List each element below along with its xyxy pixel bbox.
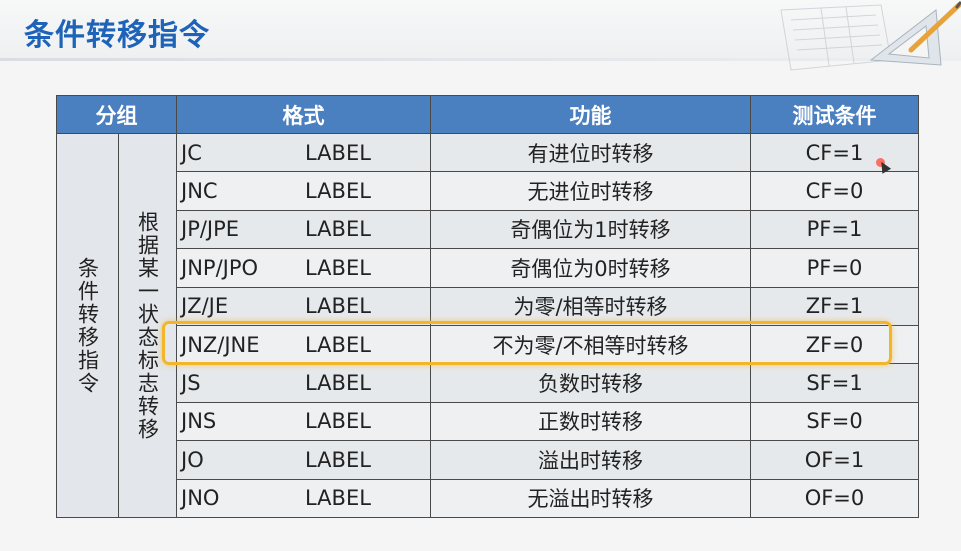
function-cell: 无溢出时转移 xyxy=(430,478,751,519)
format-cell: JC LABEL xyxy=(176,132,431,173)
table-row: JS LABEL 负数时转移 SF=1 xyxy=(57,363,919,403)
table-row: JNO LABEL 无溢出时转移 OF=0 xyxy=(57,478,919,519)
format-cell: JNO LABEL xyxy=(176,478,431,519)
table-row: JP/JPE LABEL 奇偶位为1时转移 PF=1 xyxy=(57,209,919,250)
table-row: JZ/JE LABEL 为零/相等时转移 ZF=1 xyxy=(57,286,919,326)
format-cell: JP/JPE LABEL xyxy=(176,209,431,250)
condition-cell: SF=1 xyxy=(750,363,919,403)
condition-cell: CF=0 xyxy=(750,171,919,211)
mnemonic: JNP/JPO xyxy=(181,255,259,280)
mnemonic: JZ/JE xyxy=(181,294,229,319)
condition-cell: PF=1 xyxy=(750,209,919,250)
mnemonic: JS xyxy=(181,371,201,396)
operand: LABEL xyxy=(305,447,371,472)
condition-cell: OF=1 xyxy=(750,440,919,480)
condition-cell: SF=0 xyxy=(750,401,919,442)
group-main-cell: 条件转移指令 xyxy=(56,133,119,518)
function-cell: 奇偶位为1时转移 xyxy=(430,209,751,250)
table-row: 条件转移指令 根据某一状态标志转移 JC LABEL 有进位时转移 CF=1 xyxy=(56,132,919,518)
condition-cell: CF=1 xyxy=(750,132,919,173)
drafting-tools-decoration xyxy=(780,1,961,71)
condition-cell: OF=0 xyxy=(750,478,919,519)
operand: LABEL xyxy=(305,371,371,396)
mnemonic: JNS xyxy=(181,409,217,434)
function-cell: 不为零/不相等时转移 xyxy=(430,324,751,365)
format-cell: JS LABEL xyxy=(176,363,431,403)
header-function: 功能 xyxy=(430,95,751,134)
function-cell: 为零/相等时转移 xyxy=(430,286,751,326)
mnemonic: JC xyxy=(181,140,202,165)
operand: LABEL xyxy=(305,486,371,511)
operand: LABEL xyxy=(305,217,371,242)
function-cell: 奇偶位为0时转移 xyxy=(430,248,751,288)
mnemonic: JNO xyxy=(181,486,220,511)
table-row: JNP/JPO LABEL 奇偶位为0时转移 PF=0 xyxy=(57,248,919,288)
table-row: JNC LABEL 无进位时转移 CF=0 xyxy=(57,171,919,211)
slide-title: 条件转移指令 xyxy=(24,18,210,53)
operand: LABEL xyxy=(305,409,371,434)
instruction-table: 分组 格式 功能 测试条件 条件转移指令 根据某一状态标志转移 JC LABEL … xyxy=(56,95,919,519)
table-row: JO LABEL 溢出时转移 OF=1 xyxy=(57,440,919,480)
operand: LABEL xyxy=(305,140,371,165)
table-header-row: 分组 格式 功能 测试条件 xyxy=(56,95,919,134)
format-cell: JNZ/JNE LABEL xyxy=(176,324,431,365)
condition-cell: PF=0 xyxy=(750,248,919,288)
format-cell: JNP/JPO LABEL xyxy=(176,248,431,288)
operand: LABEL xyxy=(305,255,371,280)
header-format: 格式 xyxy=(176,95,431,134)
mnemonic: JNZ/JNE xyxy=(181,332,260,357)
function-cell: 负数时转移 xyxy=(430,363,751,403)
operand: LABEL xyxy=(305,332,371,357)
mnemonic: JO xyxy=(181,447,204,472)
header-condition: 测试条件 xyxy=(750,95,919,134)
mnemonic: JNC xyxy=(181,179,218,204)
format-cell: JZ/JE LABEL xyxy=(176,286,431,326)
set-square-icon xyxy=(869,9,942,66)
header-group: 分组 xyxy=(56,95,177,134)
function-cell: 有进位时转移 xyxy=(430,132,751,173)
format-cell: JNC LABEL xyxy=(176,171,431,211)
condition-cell: ZF=0 xyxy=(750,324,919,365)
function-cell: 正数时转移 xyxy=(430,401,751,442)
table-body: 条件转移指令 根据某一状态标志转移 JC LABEL 有进位时转移 CF=1 JN… xyxy=(56,132,919,519)
operand: LABEL xyxy=(305,294,371,319)
table-row-highlighted: JNZ/JNE LABEL 不为零/不相等时转移 ZF=0 xyxy=(57,324,919,365)
format-cell: JNS LABEL xyxy=(176,401,431,442)
table-row: JNS LABEL 正数时转移 SF=0 xyxy=(57,401,919,442)
function-cell: 无进位时转移 xyxy=(430,171,751,211)
condition-cell: ZF=1 xyxy=(750,286,919,326)
mnemonic: JP/JPE xyxy=(181,217,240,242)
group-sub-cell: 根据某一状态标志转移 xyxy=(118,133,177,518)
function-cell: 溢出时转移 xyxy=(430,440,751,480)
operand: LABEL xyxy=(305,179,371,204)
format-cell: JO LABEL xyxy=(176,440,431,480)
